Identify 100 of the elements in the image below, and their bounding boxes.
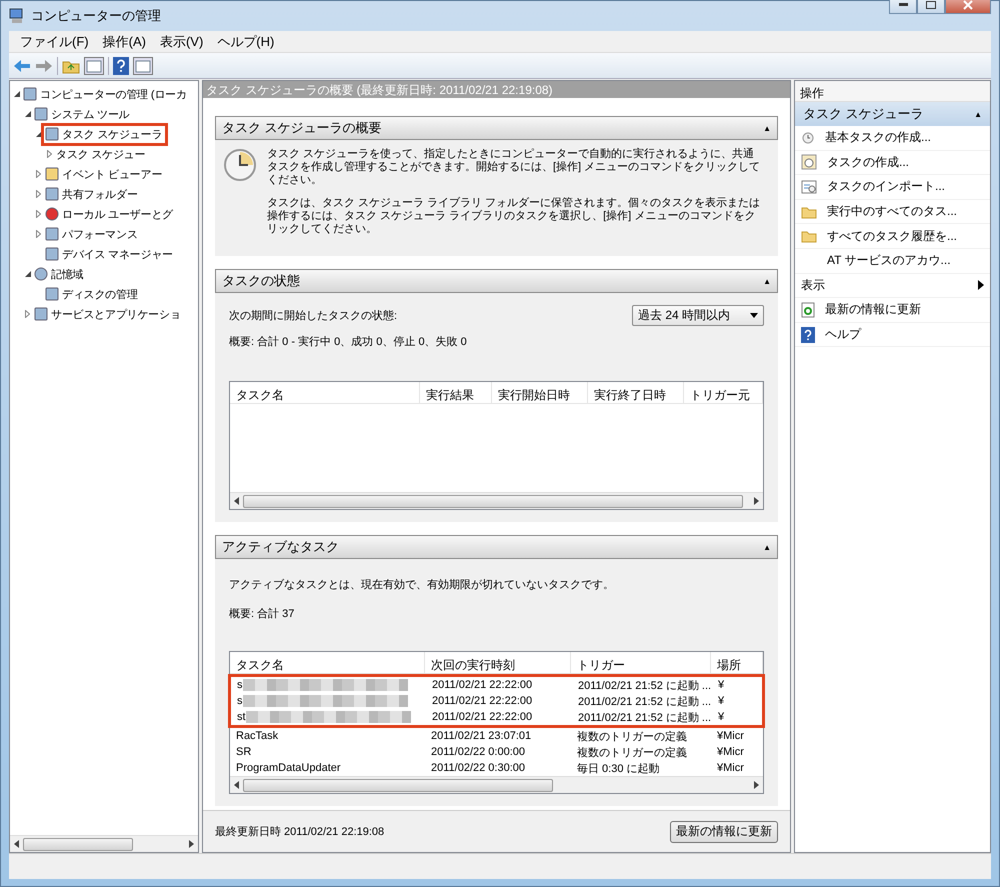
refresh-page-icon <box>801 302 815 318</box>
tree-item[interactable]: ローカル ユーザーとグ <box>41 202 179 226</box>
maximize-icon <box>926 0 936 8</box>
minimize-icon <box>898 3 908 6</box>
table-cell-text: 毎日 0:30 に起動 <box>576 762 661 776</box>
tree-item[interactable]: システム ツール <box>30 102 136 126</box>
tree-item[interactable]: タスク スケジューラ <box>41 122 168 146</box>
expand-arrow-icon[interactable] <box>25 310 30 318</box>
column-header[interactable]: タスク名 <box>230 382 420 403</box>
table-cell-text: ¥Micr <box>716 761 745 776</box>
action-group-header[interactable]: タスク スケジューラ ▲ <box>795 102 990 126</box>
action-item[interactable]: 実行中のすべてのタス... <box>795 200 990 224</box>
description-text: タスクは、タスク スケジューラ ライブラリ フォルダーに保管されます。個々のタスクを表示または操作するには、タスク スケジューラ ライブラリのタスクを選択し、[操作] メニューのコマンドをクリックしてください。 <box>267 197 762 236</box>
horizontal-scrollbar[interactable] <box>230 776 763 793</box>
tree-item[interactable]: パフォーマンス <box>41 222 144 246</box>
column-header[interactable]: トリガー元 <box>684 382 763 403</box>
tree-item[interactable]: タスク スケジュー <box>52 142 152 166</box>
submenu-arrow-icon <box>978 280 984 290</box>
table-cell-text: 2011/02/22 0:30:00 <box>430 761 526 776</box>
action-item[interactable]: ヘルプ <box>795 322 990 348</box>
list-clock-icon <box>801 180 817 194</box>
column-header[interactable]: タスク名 <box>230 652 425 673</box>
horizontal-scrollbar[interactable] <box>10 835 198 852</box>
expand-arrow-icon[interactable] <box>36 170 41 178</box>
menu-item[interactable]: 操作(A) <box>96 32 153 50</box>
expand-arrow-icon[interactable] <box>47 150 52 158</box>
table-cell-text: RacTask <box>235 729 280 744</box>
collapse-arrow-icon[interactable] <box>36 131 42 137</box>
refresh-button[interactable]: 最新の情報に更新 <box>670 820 778 842</box>
tree-item[interactable]: コンピューターの管理 (ローカ <box>19 82 193 106</box>
tree-item[interactable]: デバイス マネージャー <box>41 242 179 266</box>
column-header[interactable]: 実行終了日時 <box>588 382 684 403</box>
collapse-arrow-icon[interactable] <box>24 271 30 277</box>
scroll-left-icon[interactable] <box>234 497 239 505</box>
table-cell-text: ¥ <box>717 694 726 709</box>
back-arrow-icon[interactable] <box>13 58 31 72</box>
action-item[interactable]: 表示 <box>795 274 990 298</box>
table-cell-text: 2011/02/22 0:00:00 <box>430 745 526 760</box>
table-cell: s <box>231 693 426 709</box>
table-cell-text: SR <box>235 745 252 760</box>
table-cell-text: 2011/02/21 22:22:00 <box>431 694 534 709</box>
table-cell-text: 2011/02/21 23:07:01 <box>430 729 532 744</box>
pane-header: 操作 <box>795 81 990 102</box>
column-header[interactable]: トリガー <box>571 652 711 673</box>
table-cell-text: ProgramDataUpdater <box>235 761 342 776</box>
close-icon <box>963 0 973 10</box>
action-item[interactable]: すべてのタスク履歴を... <box>795 224 990 249</box>
expand-arrow-icon[interactable] <box>36 190 41 198</box>
menu-item[interactable]: 表示(V) <box>152 32 210 50</box>
column-header[interactable]: 実行開始日時 <box>492 382 588 403</box>
tree-item[interactable]: 記憶域 <box>30 262 90 286</box>
section-header[interactable]: タスクの状態 ▲ <box>215 269 778 293</box>
column-header[interactable]: 実行結果 <box>420 382 492 403</box>
scroll-right-icon[interactable] <box>754 497 759 505</box>
table-cell-text: 複数のトリガーの定義 <box>576 730 688 744</box>
forward-arrow-icon[interactable] <box>35 58 53 72</box>
calendar-clock-icon <box>801 154 817 170</box>
help-icon[interactable] <box>113 56 129 74</box>
column-header[interactable]: 場所 <box>711 652 763 673</box>
collapse-arrow-icon[interactable] <box>24 111 30 117</box>
scroll-left-icon[interactable] <box>14 840 19 848</box>
menu-item[interactable]: ヘルプ(H) <box>210 32 282 50</box>
action-item[interactable]: 基本タスクの作成... <box>795 126 990 151</box>
action-item[interactable]: AT サービスのアカウ... <box>795 248 990 274</box>
scroll-right-icon[interactable] <box>754 781 759 789</box>
action-item[interactable]: タスクのインポート... <box>795 175 990 200</box>
panel-toggle-icon[interactable] <box>133 56 153 74</box>
section-header[interactable]: タスク スケジューラの概要 ▲ <box>215 116 778 140</box>
column-header[interactable]: 次回の実行時刻 <box>425 652 571 673</box>
expand-arrow-icon[interactable] <box>36 230 41 238</box>
last-updated-text: 最終更新日時 2011/02/21 22:19:08 <box>215 824 384 839</box>
table-cell-text: 2011/02/21 21:52 に起動 ... <box>577 710 712 725</box>
expand-arrow-icon[interactable] <box>36 210 41 218</box>
scroll-right-icon[interactable] <box>189 840 194 848</box>
help-icon <box>801 326 815 343</box>
table-cell-text: ¥ <box>717 678 726 693</box>
tree-item[interactable]: イベント ビューアー <box>41 162 168 186</box>
collapse-arrow-icon[interactable] <box>14 91 20 97</box>
tree-item[interactable]: 共有フォルダー <box>41 182 144 206</box>
action-item[interactable]: タスクの作成... <box>795 150 990 176</box>
tree-item[interactable]: ディスクの管理 <box>41 282 144 306</box>
table-cell-text: 2011/02/21 21:52 に起動 ... <box>577 678 712 693</box>
table-cell-text: ¥ <box>717 710 726 725</box>
minimize-button[interactable] <box>889 0 917 14</box>
table-cell-text: 2011/02/21 22:22:00 <box>431 678 534 693</box>
horizontal-scrollbar[interactable] <box>230 492 763 509</box>
panel-toggle-icon[interactable] <box>84 56 104 74</box>
scroll-left-icon[interactable] <box>234 781 239 789</box>
table-cell-text: 複数のトリガーの定義 <box>576 746 688 760</box>
period-dropdown[interactable]: 過去 24 時間以内 <box>632 305 764 326</box>
section-header[interactable]: アクティブなタスク ▲ <box>215 535 778 559</box>
action-item[interactable]: 最新の情報に更新 <box>795 298 990 323</box>
menu-item[interactable]: ファイル(F) <box>13 32 96 50</box>
period-label: 次の期間に開始したタスクの状態: <box>229 309 398 323</box>
tree-item[interactable]: サービスとアプリケーショ <box>30 302 187 326</box>
description-text: アクティブなタスクとは、現在有効で、有効期限が切れていないタスクです。 <box>229 578 615 592</box>
table-cell-text: ¥Micr <box>716 745 745 760</box>
table-cell-text: 2011/02/21 22:22:00 <box>431 710 534 725</box>
close-button[interactable] <box>945 0 991 14</box>
maximize-button[interactable] <box>917 0 945 14</box>
